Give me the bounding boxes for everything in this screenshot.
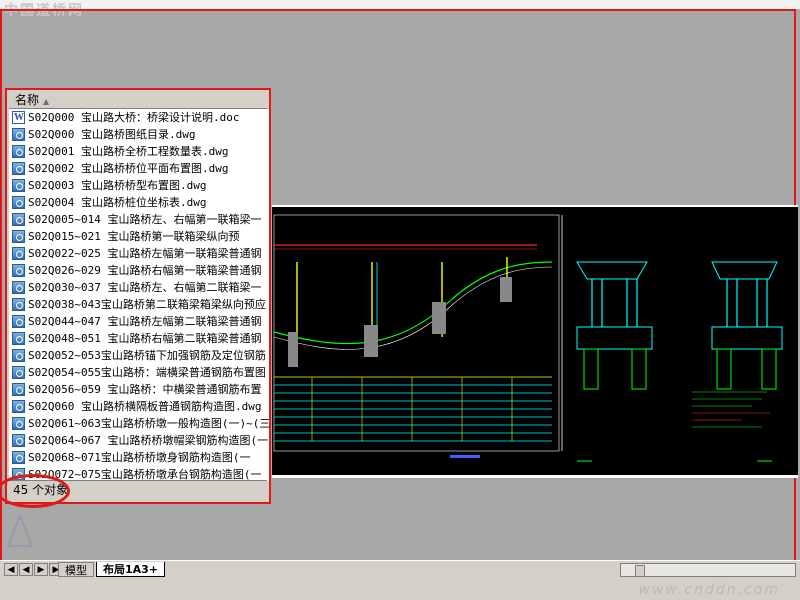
file-name: S02Q001 宝山路桥全桥工程数量表.dwg — [28, 145, 229, 158]
dwg-file-icon — [12, 213, 25, 226]
file-list: S02Q000 宝山路大桥：桥梁设计说明.doc S02Q000 宝山路桥图纸目录… — [9, 109, 269, 481]
drawing-sheet[interactable] — [272, 205, 798, 478]
file-row[interactable]: S02Q056~059 宝山路桥：中横梁普通钢筋布置 — [9, 381, 269, 398]
file-row[interactable]: S02Q064~067 宝山路桥桥墩帽梁钢筋构造图(一 — [9, 432, 269, 449]
file-name: S02Q000 宝山路大桥：桥梁设计说明.doc — [28, 111, 240, 124]
file-name: S02Q054~055宝山路桥：端横梁普通钢筋布置图 — [28, 366, 266, 379]
file-name: S02Q000 宝山路桥图纸目录.dwg — [28, 128, 196, 141]
file-row[interactable]: S02Q068~071宝山路桥桥墩身钢筋构造图(一 — [9, 449, 269, 466]
dwg-file-icon — [12, 162, 25, 175]
file-name: S02Q044~047 宝山路桥左幅第二联箱梁普通钢 — [28, 315, 262, 328]
file-explorer-panel: 名称▲ S02Q000 宝山路大桥：桥梁设计说明.doc S02Q000 宝山路桥… — [5, 88, 271, 504]
dwg-file-icon — [12, 366, 25, 379]
dwg-file-icon — [12, 247, 25, 260]
ucs-icon — [7, 514, 33, 547]
dwg-file-icon — [12, 400, 25, 413]
dwg-file-icon — [12, 230, 25, 243]
file-name: S02Q048~051 宝山路桥右幅第二联箱梁普通钢 — [28, 332, 262, 345]
sort-ascending-icon: ▲ — [43, 97, 50, 106]
file-row[interactable]: S02Q015~021 宝山路桥第一联箱梁纵向预 — [9, 228, 269, 245]
first-tab-icon[interactable]: ◀ — [4, 563, 18, 576]
dwg-file-icon — [12, 264, 25, 277]
file-row[interactable]: S02Q022~025 宝山路桥左幅第一联箱梁普通钢 — [9, 245, 269, 262]
file-name: S02Q002 宝山路桥桥位平面布置图.dwg — [28, 162, 229, 175]
tab-model[interactable]: 模型 — [58, 562, 94, 577]
dwg-file-icon — [12, 332, 25, 345]
file-name: S02Q056~059 宝山路桥：中横梁普通钢筋布置 — [28, 383, 262, 396]
file-name: S02Q004 宝山路桥桩位坐标表.dwg — [28, 196, 207, 209]
file-name: S02Q038~043宝山路桥第二联箱梁箱梁纵向预应 — [28, 298, 266, 311]
file-row[interactable]: S02Q061~063宝山路桥桥墩一般构造图(一)~(三 — [9, 415, 269, 432]
file-name: S02Q005~014 宝山路桥左、右幅第一联箱梁一 — [28, 213, 262, 226]
dwg-file-icon — [12, 434, 25, 447]
file-row[interactable]: S02Q002 宝山路桥桥位平面布置图.dwg — [9, 160, 269, 177]
file-name: S02Q022~025 宝山路桥左幅第一联箱梁普通钢 — [28, 247, 262, 260]
prev-tab-icon[interactable]: ◀ — [19, 563, 33, 576]
file-name: S02Q003 宝山路桥桥型布置图.dwg — [28, 179, 207, 192]
word-doc-icon — [12, 109, 25, 126]
file-name: S02Q030~037 宝山路桥左、右幅第二联箱梁一 — [28, 281, 262, 294]
dwg-file-icon — [12, 451, 25, 464]
dwg-file-icon — [12, 196, 25, 209]
dwg-file-icon — [12, 315, 25, 328]
dwg-file-icon — [12, 349, 25, 362]
watermark-bottom: www.cnddn.com — [638, 582, 780, 598]
dwg-file-icon — [12, 128, 25, 141]
layout-tab-bar: ◀ ◀ ▶ ▶ 模型 布局1A3+ — [0, 560, 800, 579]
file-name: S02Q060 宝山路桥横隔板普通钢筋构造图.dwg — [28, 400, 262, 413]
file-row[interactable]: S02Q003 宝山路桥桥型布置图.dwg — [9, 177, 269, 194]
file-row[interactable]: S02Q054~055宝山路桥：端横梁普通钢筋布置图 — [9, 364, 269, 381]
file-name: S02Q026~029 宝山路桥右幅第一联箱梁普通钢 — [28, 264, 262, 277]
file-row[interactable]: S02Q038~043宝山路桥第二联箱梁箱梁纵向预应 — [9, 296, 269, 313]
dwg-file-icon — [12, 417, 25, 430]
dwg-file-icon — [12, 145, 25, 158]
file-row[interactable]: S02Q052~053宝山路桥锚下加强钢筋及定位钢筋 — [9, 347, 269, 364]
file-name: S02Q068~071宝山路桥桥墩身钢筋构造图(一 — [28, 451, 251, 464]
file-name: S02Q072~075宝山路桥桥墩承台钢筋构造图(一 — [28, 468, 262, 481]
horizontal-scrollbar[interactable] — [620, 563, 796, 577]
dwg-file-icon — [12, 383, 25, 396]
file-row[interactable]: S02Q000 宝山路桥图纸目录.dwg — [9, 126, 269, 143]
file-row[interactable]: S02Q004 宝山路桥桩位坐标表.dwg — [9, 194, 269, 211]
cad-drawing — [272, 207, 798, 475]
dwg-file-icon — [12, 298, 25, 311]
bottom-strip: www.cnddn.com — [0, 578, 800, 600]
file-row[interactable]: S02Q005~014 宝山路桥左、右幅第一联箱梁一 — [9, 211, 269, 228]
dwg-file-icon — [12, 179, 25, 192]
file-row[interactable]: S02Q026~029 宝山路桥右幅第一联箱梁普通钢 — [9, 262, 269, 279]
name-column-header[interactable]: 名称 ▲ — [9, 92, 267, 109]
file-name: S02Q061~063宝山路桥桥墩一般构造图(一)~(三 — [28, 417, 269, 430]
file-row[interactable]: S02Q060 宝山路桥横隔板普通钢筋构造图.dwg — [9, 398, 269, 415]
column-header-label: 名称 — [15, 93, 40, 107]
dwg-file-icon — [12, 281, 25, 294]
file-row[interactable]: S02Q044~047 宝山路桥左幅第二联箱梁普通钢 — [9, 313, 269, 330]
title-strip — [0, 0, 800, 9]
file-row[interactable]: S02Q001 宝山路桥全桥工程数量表.dwg — [9, 143, 269, 160]
file-row[interactable]: S02Q048~051 宝山路桥右幅第二联箱梁普通钢 — [9, 330, 269, 347]
file-name: S02Q052~053宝山路桥锚下加强钢筋及定位钢筋 — [28, 349, 266, 362]
file-name: S02Q015~021 宝山路桥第一联箱梁纵向预 — [28, 230, 240, 243]
file-row[interactable]: S02Q000 宝山路大桥：桥梁设计说明.doc — [9, 109, 269, 126]
tab-layout[interactable]: 布局1A3+ — [96, 562, 166, 577]
file-row[interactable]: S02Q030~037 宝山路桥左、右幅第二联箱梁一 — [9, 279, 269, 296]
file-name: S02Q064~067 宝山路桥桥墩帽梁钢筋构造图(一 — [28, 434, 269, 447]
next-tab-icon[interactable]: ▶ — [34, 563, 48, 576]
scrollbar-thumb[interactable] — [635, 565, 645, 577]
